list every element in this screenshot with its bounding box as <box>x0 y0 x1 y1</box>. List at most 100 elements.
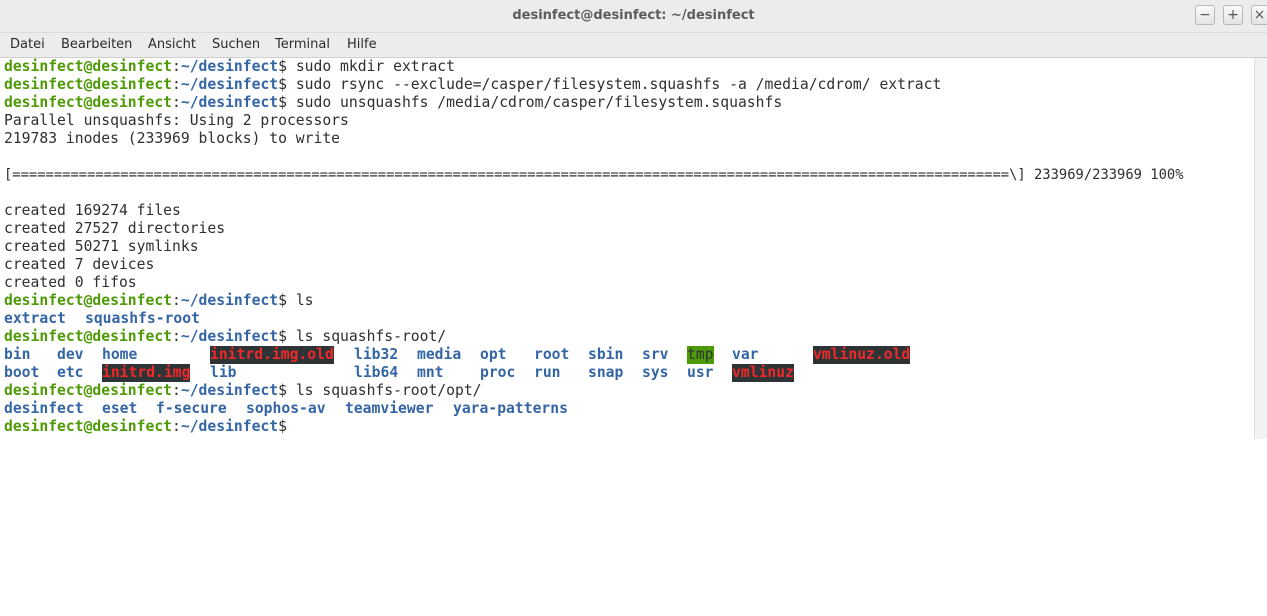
prompt-user: desinfect@desinfect <box>4 292 173 309</box>
command-text: sudo mkdir extract <box>286 58 455 75</box>
dir-entry: teamviewer <box>345 400 434 417</box>
prompt-sep: : <box>172 328 181 345</box>
symlink-entry: initrd.img <box>102 364 191 382</box>
dir-entry: mnt <box>417 364 444 381</box>
dir-entry: desinfect <box>4 400 84 417</box>
window-title: desinfect@desinfect: ~/desinfect <box>512 8 755 23</box>
dir-entry: usr <box>687 364 714 381</box>
prompt-user: desinfect@desinfect <box>4 418 173 435</box>
dir-entry: media <box>417 346 462 363</box>
ls-output-line: bin dev home initrd.img.old lib32 media … <box>4 346 1004 364</box>
terminal-line: desinfect@desinfect:~/desinfect$ sudo mk… <box>4 58 455 76</box>
prompt-end: $ <box>278 382 287 399</box>
dir-entry: extract <box>4 310 66 327</box>
prompt-path: ~/desinfect <box>180 76 279 93</box>
prompt-end: $ <box>278 76 287 93</box>
dir-entry: proc <box>480 364 516 381</box>
output-line: created 0 fifos <box>4 274 137 291</box>
menu-terminal[interactable]: Terminal <box>275 33 330 57</box>
output-line: created 7 devices <box>4 256 155 273</box>
output-line: created 169274 files <box>4 202 181 219</box>
symlink-entry: vmlinuz <box>732 364 794 382</box>
prompt-end: $ <box>278 58 287 75</box>
prompt-end: $ <box>278 94 287 111</box>
terminal-line: desinfect@desinfect:~/desinfect$ ls <box>4 292 314 310</box>
symlink-entry: vmlinuz.old <box>813 346 911 364</box>
output-line: Parallel unsquashfs: Using 2 processors <box>4 112 349 129</box>
dir-entry: lib <box>210 364 237 381</box>
command-text: sudo unsquashfs /media/cdrom/casper/file… <box>286 94 783 111</box>
command-text: ls <box>286 292 314 309</box>
dir-entry: sbin <box>588 346 624 363</box>
ls-output-line: boot etc initrd.img lib lib64 mnt proc r… <box>4 364 1004 382</box>
prompt-sep: : <box>172 418 181 435</box>
dir-entry: eset <box>102 400 138 417</box>
dir-entry-tmp: tmp <box>687 346 714 364</box>
prompt-path: ~/desinfect <box>180 58 279 75</box>
menu-hilfe[interactable]: Hilfe <box>347 33 377 57</box>
terminal-line: desinfect@desinfect:~/desinfect$ sudo un… <box>4 94 782 112</box>
dir-entry: sophos-av <box>246 400 326 417</box>
terminal-line: desinfect@desinfect:~/desinfect$ <box>4 418 287 436</box>
dir-entry: sys <box>642 364 669 381</box>
dir-entry: squashfs-root <box>85 310 200 327</box>
dir-entry: srv <box>642 346 669 363</box>
dir-entry: var <box>732 346 759 363</box>
progress-bar-line: [=======================================… <box>4 167 1184 183</box>
terminal-line: desinfect@desinfect:~/desinfect$ ls squa… <box>4 328 446 346</box>
dir-entry: f-secure <box>156 400 227 417</box>
symlink-entry: initrd.img.old <box>210 346 334 364</box>
maximize-button[interactable]: + <box>1223 5 1243 25</box>
command-text: ls squashfs-root/opt/ <box>286 382 482 399</box>
prompt-sep: : <box>172 94 181 111</box>
dir-entry: yara-patterns <box>453 400 568 417</box>
dir-entry: root <box>534 346 570 363</box>
prompt-user: desinfect@desinfect <box>4 58 173 75</box>
menu-ansicht[interactable]: Ansicht <box>148 33 196 57</box>
dir-entry: lib32 <box>354 346 399 363</box>
prompt-sep: : <box>172 58 181 75</box>
title-bar[interactable]: desinfect@desinfect: ~/desinfect − + × <box>0 0 1267 33</box>
prompt-end: $ <box>278 292 287 309</box>
dir-entry: dev <box>57 346 84 363</box>
terminal-line: desinfect@desinfect:~/desinfect$ ls squa… <box>4 382 482 400</box>
dir-entry: etc <box>57 364 84 381</box>
prompt-sep: : <box>172 382 181 399</box>
dir-entry: opt <box>480 346 507 363</box>
terminal-line: desinfect@desinfect:~/desinfect$ sudo rs… <box>4 76 941 94</box>
prompt-end: $ <box>278 328 287 345</box>
prompt-path: ~/desinfect <box>180 94 279 111</box>
prompt-end: $ <box>278 418 287 435</box>
dir-entry: home <box>102 346 138 363</box>
prompt-path: ~/desinfect <box>180 328 279 345</box>
menu-bearbeiten[interactable]: Bearbeiten <box>61 33 132 57</box>
close-button[interactable]: × <box>1251 5 1267 25</box>
prompt-path: ~/desinfect <box>180 418 279 435</box>
menu-suchen[interactable]: Suchen <box>212 33 260 57</box>
minimize-button[interactable]: − <box>1195 5 1215 25</box>
output-line: created 50271 symlinks <box>4 238 199 255</box>
ls-output-line: desinfect eset f-secure sophos-av teamvi… <box>4 400 704 418</box>
prompt-user: desinfect@desinfect <box>4 382 173 399</box>
output-line: 219783 inodes (233969 blocks) to write <box>4 130 341 147</box>
dir-entry: snap <box>588 364 624 381</box>
prompt-user: desinfect@desinfect <box>4 76 173 93</box>
ls-output-line: extract squashfs-root <box>4 310 604 328</box>
prompt-user: desinfect@desinfect <box>4 328 173 345</box>
dir-entry: boot <box>4 364 40 381</box>
scrollbar[interactable] <box>1254 58 1267 439</box>
prompt-sep: : <box>172 76 181 93</box>
prompt-user: desinfect@desinfect <box>4 94 173 111</box>
menu-bar: Datei Bearbeiten Ansicht Suchen Terminal… <box>0 33 1267 58</box>
prompt-sep: : <box>172 292 181 309</box>
dir-entry: run <box>534 364 561 381</box>
dir-entry: lib64 <box>354 364 399 381</box>
terminal-window: desinfect@desinfect: ~/desinfect − + × D… <box>0 0 1267 439</box>
dir-entry: bin <box>4 346 31 363</box>
prompt-path: ~/desinfect <box>180 382 279 399</box>
command-text: ls squashfs-root/ <box>286 328 447 345</box>
terminal-output[interactable]: desinfect@desinfect:~/desinfect$ sudo mk… <box>0 58 1254 439</box>
prompt-path: ~/desinfect <box>180 292 279 309</box>
output-line: created 27527 directories <box>4 220 226 237</box>
menu-datei[interactable]: Datei <box>10 33 45 57</box>
